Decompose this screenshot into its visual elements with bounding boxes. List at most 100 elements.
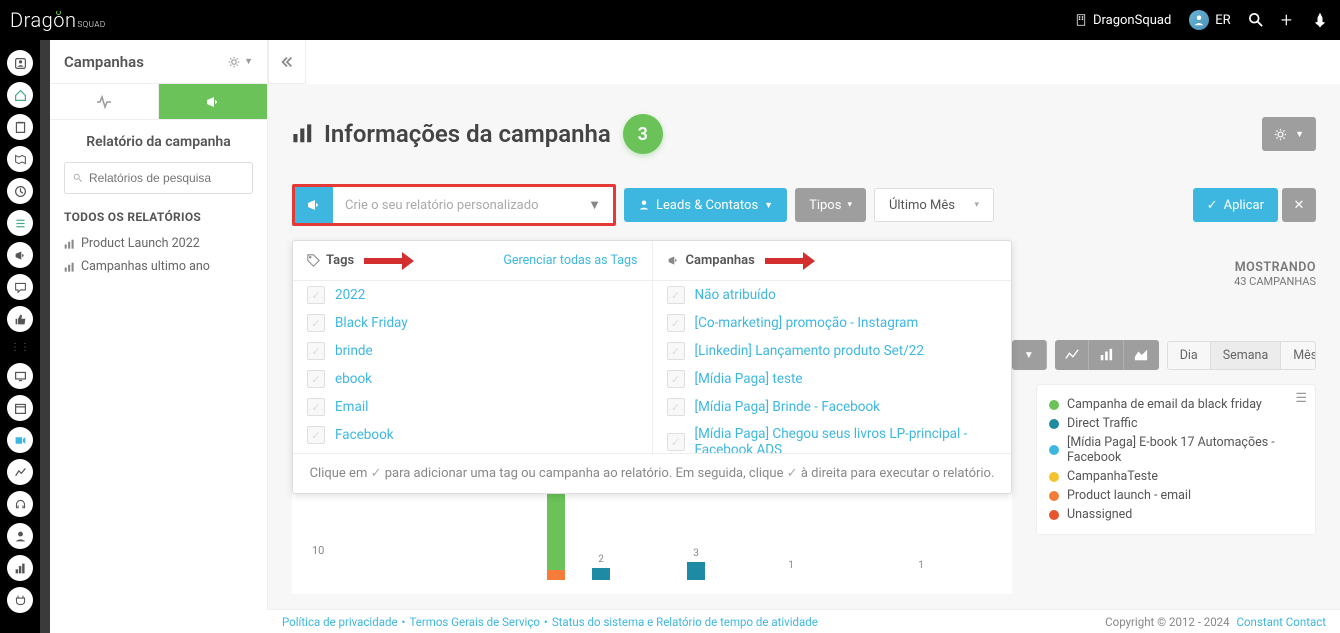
tab-campaigns[interactable] — [159, 84, 267, 120]
period-day[interactable]: Dia — [1168, 342, 1211, 369]
tag-item[interactable]: ✓ brinde — [293, 337, 652, 365]
org-switcher[interactable]: DragonSquad — [1075, 13, 1171, 28]
rail-bars-icon[interactable] — [7, 555, 33, 581]
rail-chat-icon[interactable] — [7, 274, 33, 300]
rail-chart-icon[interactable] — [7, 459, 33, 485]
checkbox[interactable]: ✓ — [307, 342, 325, 360]
rail-plug-icon[interactable] — [7, 587, 33, 613]
legend-item[interactable]: Direct Traffic — [1049, 414, 1303, 433]
rail-calendar-icon[interactable] — [7, 395, 33, 421]
checkbox[interactable]: ✓ — [667, 433, 685, 451]
search-icon[interactable] — [1249, 12, 1263, 28]
tag-item[interactable]: ✓ Email — [293, 393, 652, 421]
tag-item[interactable]: ✓ Black Friday — [293, 309, 652, 337]
tags-list[interactable]: ✓ 2022 ✓ Black Friday ✓ brinde ✓ ebook ✓ Email ✓ Fa… — [293, 281, 652, 453]
tag-item[interactable]: ✓ 2022 — [293, 281, 652, 309]
tag-link[interactable]: Email — [335, 399, 368, 415]
rail-headset-icon[interactable] — [7, 491, 33, 517]
rocket-icon[interactable] — [1310, 9, 1330, 30]
chart-dropdown-button[interactable]: ▼ — [1012, 340, 1047, 370]
report-search[interactable] — [64, 162, 253, 194]
legend-item[interactable]: [Mídia Paga] E-book 17 Automações - Face… — [1049, 433, 1303, 467]
tag-link[interactable]: Facebook — [335, 427, 394, 443]
custom-report-dropdown[interactable]: Crie o seu relatório personalizado ▼ — [292, 184, 616, 226]
campaign-link[interactable]: [Linkedin] Lançamento produto Set/22 — [695, 343, 924, 359]
tag-item[interactable]: ✓ ebook — [293, 365, 652, 393]
legend-item[interactable]: CampanhaTeste — [1049, 467, 1303, 486]
checkbox[interactable]: ✓ — [307, 286, 325, 304]
rail-video-icon[interactable] — [7, 427, 33, 453]
period-dropdown[interactable]: Último Mês ▾ — [874, 188, 994, 222]
user-menu[interactable]: ER — [1189, 10, 1230, 30]
tab-analytics[interactable] — [50, 84, 159, 120]
pulse-icon — [96, 94, 112, 110]
tag-link[interactable]: 2022 — [335, 287, 365, 303]
footer-privacy-link[interactable]: Política de privacidade — [282, 615, 398, 629]
checkbox[interactable]: ✓ — [307, 398, 325, 416]
campaign-link[interactable]: [Mídia Paga] Brinde - Facebook — [695, 399, 881, 415]
period-week[interactable]: Semana — [1211, 342, 1282, 369]
campaign-item[interactable]: ✓ [Co-marketing] promoção - Instagram — [653, 309, 1012, 337]
page-settings-button[interactable]: ▼ — [1262, 117, 1316, 151]
checkbox[interactable]: ✓ — [667, 286, 685, 304]
checkbox[interactable]: ✓ — [667, 398, 685, 416]
types-button[interactable]: Tipos ▾ — [795, 188, 866, 222]
tag-link[interactable]: ebook — [335, 371, 372, 387]
campaign-item[interactable]: ✓ [Mídia Paga] teste — [653, 365, 1012, 393]
checkbox[interactable]: ✓ — [667, 370, 685, 388]
checkbox[interactable]: ✓ — [307, 426, 325, 444]
rail-list-icon[interactable] — [7, 210, 33, 236]
campaign-item[interactable]: ✓ [Mídia Paga] Chegou seus livros LP-prin… — [653, 421, 1012, 453]
campaign-item[interactable]: ✓ [Mídia Paga] Brinde - Facebook — [653, 393, 1012, 421]
legend-item[interactable]: Product launch - email — [1049, 486, 1303, 505]
report-link-0[interactable]: Product Launch 2022 — [50, 232, 267, 255]
bullhorn-icon — [295, 187, 333, 223]
rail-monitor-icon[interactable] — [7, 363, 33, 389]
tag-link[interactable]: Black Friday — [335, 315, 408, 331]
checkbox[interactable]: ✓ — [667, 342, 685, 360]
campaign-item[interactable]: ✓ Não atribuído — [653, 281, 1012, 309]
sidebar-gear-button[interactable]: ▼ — [228, 56, 253, 68]
apply-button[interactable]: ✓ Aplicar — [1193, 188, 1278, 222]
legend-menu-icon[interactable]: ☰ — [1295, 391, 1307, 406]
rail-thumb-icon[interactable] — [7, 306, 33, 332]
rail-home-icon[interactable] — [7, 82, 33, 108]
logo[interactable]: Dragon SQUAD — [10, 8, 106, 32]
campaign-link[interactable]: Não atribuído — [695, 287, 776, 303]
rail-clock-icon[interactable] — [7, 178, 33, 204]
checkbox[interactable]: ✓ — [307, 314, 325, 332]
campaigns-list[interactable]: ✓ Não atribuído ✓ [Co-marketing] promoção -… — [653, 281, 1012, 453]
report-link-1[interactable]: Campanhas ultimo ano — [50, 255, 267, 278]
legend-item[interactable]: Unassigned — [1049, 505, 1303, 524]
campaign-link[interactable]: [Mídia Paga] teste — [695, 371, 803, 387]
tag-item[interactable]: ✓Fornecedor — [293, 449, 652, 453]
rail-user-icon[interactable] — [7, 523, 33, 549]
footer-status-link[interactable]: Status do sistema e Relatório de tempo d… — [552, 615, 818, 629]
legend-item[interactable]: Campanha de email da black friday — [1049, 395, 1303, 414]
clear-button[interactable]: ✕ — [1282, 188, 1316, 222]
rail-clipboard-icon[interactable] — [7, 114, 33, 140]
rail-drag-handle[interactable]: ⋮⋮ — [10, 342, 30, 353]
tag-link[interactable]: brinde — [335, 343, 373, 359]
campaign-link[interactable]: [Mídia Paga] Chegou seus livros LP-princ… — [695, 426, 998, 453]
rail-map-icon[interactable] — [7, 146, 33, 172]
chart-type-area[interactable] — [1124, 340, 1159, 370]
filter-row: Crie o seu relatório personalizado ▼ Lea… — [292, 184, 1316, 226]
footer-terms-link[interactable]: Termos Gerais de Serviço — [409, 615, 539, 629]
chart-type-line[interactable] — [1055, 340, 1090, 370]
rail-contacts-icon[interactable] — [7, 50, 33, 76]
campaign-item[interactable]: ✓ [Linkedin] Lançamento produto Set/22 — [653, 337, 1012, 365]
checkbox[interactable]: ✓ — [667, 314, 685, 332]
chart-type-bar[interactable] — [1089, 340, 1124, 370]
campaign-link[interactable]: [Co-marketing] promoção - Instagram — [695, 315, 919, 331]
tag-item[interactable]: ✓ Facebook — [293, 421, 652, 449]
period-month[interactable]: Mês — [1281, 342, 1316, 369]
checkbox[interactable]: ✓ — [307, 370, 325, 388]
report-search-input[interactable] — [89, 171, 244, 185]
collapse-sidebar-button[interactable] — [268, 40, 306, 84]
plus-icon[interactable]: + — [1281, 8, 1292, 32]
rail-bullhorn-icon[interactable] — [7, 242, 33, 268]
leads-contacts-button[interactable]: Leads & Contatos ▼ — [624, 188, 787, 222]
footer-brand-link[interactable]: Constant Contact — [1236, 615, 1326, 629]
manage-tags-link[interactable]: Gerenciar todas as Tags — [503, 253, 637, 268]
